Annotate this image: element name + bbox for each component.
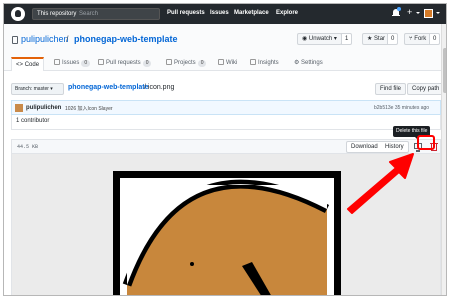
annotation-arrow: [347, 153, 414, 214]
